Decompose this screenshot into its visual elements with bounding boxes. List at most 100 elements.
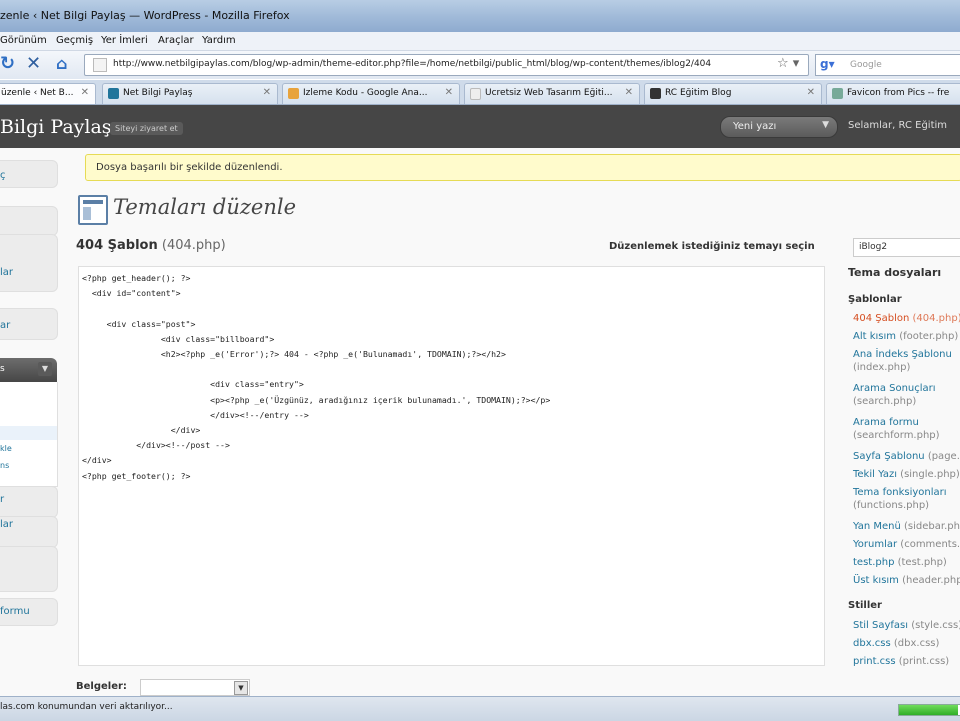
chevron-down-icon[interactable]: ▼ <box>234 681 248 695</box>
theme-file-name: 404 Şablon <box>853 313 910 324</box>
progress-fill <box>899 705 958 715</box>
browser-tab[interactable]: Favicon from Pics -- fre <box>826 83 960 104</box>
google-icon[interactable]: g▾ <box>820 57 835 71</box>
menu-item-tools[interactable]: Araçlar <box>158 35 194 46</box>
theme-file-link[interactable]: Tekil Yazı (single.php) <box>853 468 960 481</box>
documentation-select[interactable]: ▼ <box>140 679 250 696</box>
theme-file-link[interactable]: Alt kısım (footer.php) <box>853 330 958 343</box>
theme-file-link[interactable]: Sayfa Şablonu (page.php) <box>853 450 960 463</box>
wordpress-favicon-icon <box>108 88 119 99</box>
tab-label: Favicon from Pics -- fre <box>847 88 950 98</box>
theme-file-name: Alt kısım <box>853 331 897 342</box>
theme-file-link[interactable]: Yan Menü (sidebar.php) <box>853 520 960 533</box>
sidebar-item-tools[interactable]: lar <box>0 516 58 548</box>
theme-file-name: dbx.css <box>853 638 891 649</box>
browser-tab[interactable]: Ücretsiz Web Tasarım Eğiti... ✕ <box>464 83 640 104</box>
styles-heading: Stiller <box>848 600 882 611</box>
status-text: las.com konumundan veri aktarılıyor... <box>0 702 173 712</box>
new-post-button[interactable]: Yeni yazı ▼ <box>720 116 838 138</box>
browser-tab[interactable]: üzenle ‹ Net B... ✕ <box>0 83 96 104</box>
tab-close-icon[interactable]: ✕ <box>263 87 271 98</box>
tab-close-icon[interactable]: ✕ <box>807 87 815 98</box>
browser-tab[interactable]: İzleme Kodu - Google Ana... ✕ <box>282 83 460 104</box>
menu-item-help[interactable]: Yardım <box>202 35 236 46</box>
theme-file-link[interactable]: Arama Sonuçları (search.php) <box>853 382 960 408</box>
theme-file-filename: (style.css) <box>911 620 960 631</box>
theme-select-value: iBlog2 <box>859 242 888 252</box>
appearance-icon <box>78 195 108 225</box>
browser-tab[interactable]: Net Bilgi Paylaş ✕ <box>102 83 278 104</box>
sidebar-item-appearance[interactable]: s ▼ <box>0 358 57 382</box>
file-name: 404 Şablon <box>76 238 158 253</box>
theme-file-link[interactable]: Yorumlar (comments.php) <box>853 538 960 551</box>
notice-text: Dosya başarılı bir şekilde düzenlendi. <box>96 162 283 173</box>
wp-admin-body: ç lar ar s ▼ kle ns r lar formu Dosya ba… <box>0 148 960 696</box>
sidebar-item-links[interactable]: lar <box>0 234 58 292</box>
theme-files-heading: Tema dosyaları <box>848 266 942 279</box>
theme-select[interactable]: iBlog2 <box>853 238 960 257</box>
bookmark-star-icon[interactable]: ☆ ▾ <box>777 56 799 71</box>
reload-icon[interactable]: ↻ <box>0 54 15 74</box>
theme-file-link[interactable]: Ana İndeks Şablonu (index.php) <box>853 348 960 374</box>
success-notice: Dosya başarılı bir şekilde düzenlendi. <box>85 154 960 181</box>
home-icon[interactable]: ⌂ <box>56 54 67 74</box>
theme-file-link[interactable]: Stil Sayfası (style.css) <box>853 619 960 632</box>
sidebar-item-posts[interactable] <box>0 206 58 236</box>
search-box[interactable]: g▾ Google <box>815 54 960 76</box>
theme-file-link[interactable]: print.css (print.css) <box>853 655 949 668</box>
tab-label: Net Bilgi Paylaş <box>123 88 193 98</box>
browser-tab[interactable]: RC Eğitim Blog ✕ <box>644 83 822 104</box>
theme-file-link[interactable]: Üst kısım (header.php) <box>853 574 960 587</box>
user-greeting[interactable]: Selamlar, RC Eğitim <box>848 120 947 131</box>
file-path: (404.php) <box>161 238 226 253</box>
sidebar-item-dashboard[interactable]: ç <box>0 160 58 188</box>
stop-icon[interactable]: ✕ <box>26 54 41 74</box>
chevron-down-icon[interactable]: ▼ <box>822 120 829 130</box>
menu-item-bookmarks[interactable]: Yer İmleri <box>101 35 148 46</box>
menu-bar: Görünüm Geçmiş Yer İmleri Araçlar Yardım <box>0 32 960 51</box>
site-title[interactable]: Bilgi Paylaş <box>0 116 112 138</box>
visit-site-link[interactable]: Siteyi ziyaret et <box>110 122 183 135</box>
theme-file-link[interactable]: test.php (test.php) <box>853 556 947 569</box>
chevron-down-icon[interactable]: ▼ <box>38 362 52 376</box>
new-post-label: Yeni yazı <box>733 121 777 132</box>
theme-file-name: test.php <box>853 557 895 568</box>
theme-file-filename: (print.css) <box>898 656 950 667</box>
code-content[interactable]: <?php get_header(); ?> <div id="content"… <box>82 271 550 484</box>
sidebar-item-users[interactable]: r <box>0 486 58 518</box>
menu-item-history[interactable]: Geçmiş <box>56 35 93 46</box>
theme-file-link[interactable]: 404 Şablon (404.php) <box>853 312 960 325</box>
sidebar-item-comments[interactable]: ar <box>0 308 58 340</box>
theme-file-link[interactable]: Arama formu (searchform.php) <box>853 416 960 442</box>
theme-file-link[interactable]: dbx.css (dbx.css) <box>853 637 939 650</box>
theme-file-filename: (single.php) <box>900 469 960 480</box>
menu-item-view[interactable]: Görünüm <box>0 35 47 46</box>
sidebar-item-label: ar <box>0 320 11 331</box>
submenu-item-add[interactable]: kle <box>0 444 12 453</box>
theme-file-name: Tekil Yazı <box>853 469 897 480</box>
page-title: Temaları düzenle <box>113 195 297 219</box>
sidebar-item-label: r <box>0 494 5 505</box>
theme-file-link[interactable]: Tema fonksiyonları (functions.php) <box>853 486 960 512</box>
submenu-item-options[interactable]: ns <box>0 461 9 470</box>
tab-close-icon[interactable]: ✕ <box>81 87 89 98</box>
sidebar-item-label: ç <box>0 170 6 181</box>
theme-file-filename: (test.php) <box>897 557 947 568</box>
sidebar-item-settings[interactable] <box>0 546 58 592</box>
theme-file-filename: (header.php) <box>902 575 960 586</box>
theme-file-name: Üst kısım <box>853 575 899 586</box>
search-placeholder: Google <box>850 60 882 70</box>
sidebar-item-form[interactable]: formu <box>0 598 58 626</box>
tab-label: üzenle ‹ Net B... <box>1 88 74 98</box>
url-bar[interactable]: http://www.netbilgipaylas.com/blog/wp-ad… <box>84 54 809 76</box>
window-title-bar: zenle ‹ Net Bilgi Paylaş — WordPress - M… <box>0 0 960 32</box>
url-text: http://www.netbilgipaylas.com/blog/wp-ad… <box>113 59 712 69</box>
wp-admin-header: Bilgi Paylaş Siteyi ziyaret et Yeni yazı… <box>0 105 960 148</box>
tab-close-icon[interactable]: ✕ <box>445 87 453 98</box>
tab-close-icon[interactable]: ✕ <box>625 87 633 98</box>
code-editor[interactable]: <?php get_header(); ?> <div id="content"… <box>78 266 825 666</box>
templates-heading: Şablonlar <box>848 294 902 305</box>
documentation-label: Belgeler: <box>76 681 127 692</box>
theme-file-filename: (footer.php) <box>899 331 959 342</box>
page-icon <box>93 58 107 72</box>
